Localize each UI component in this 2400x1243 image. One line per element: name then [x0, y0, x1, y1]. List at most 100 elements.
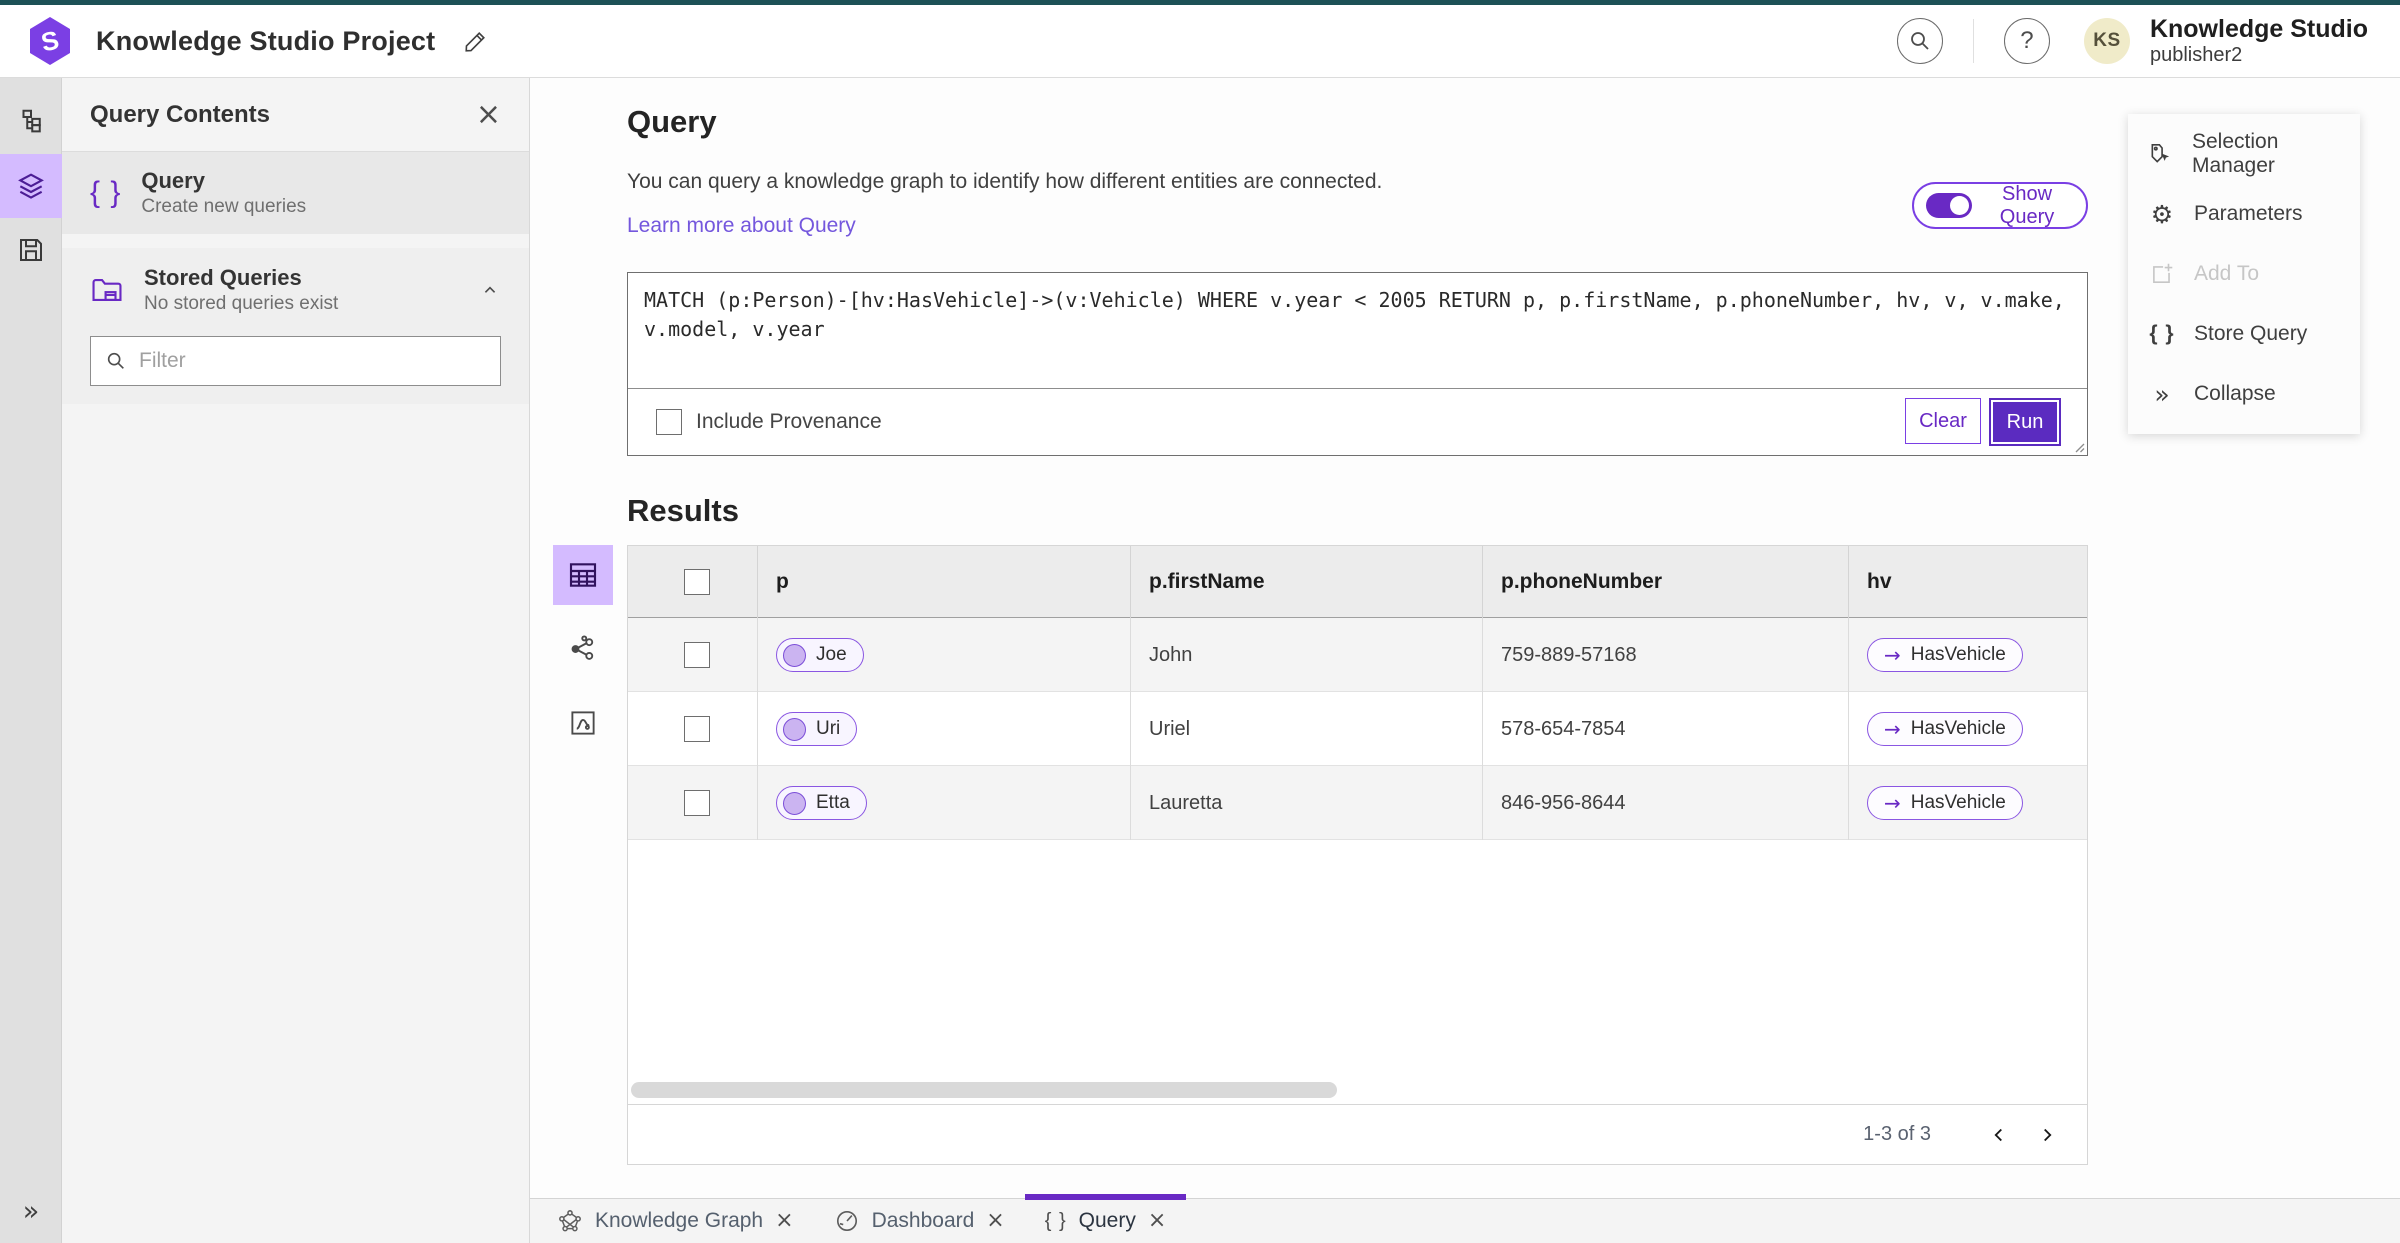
- select-all-checkbox[interactable]: [684, 569, 710, 595]
- clear-button[interactable]: Clear: [1905, 398, 1981, 444]
- panel-item-stored-queries[interactable]: Stored Queries No stored queries exist: [62, 248, 529, 332]
- table-header-row: p p.firstName p.phoneNumber hv: [628, 546, 2087, 618]
- filter-search-icon: [107, 352, 124, 369]
- panel-item-query[interactable]: { } Query Create new queries: [62, 152, 529, 234]
- rail-item-hierarchy[interactable]: [0, 90, 62, 154]
- node-circle-icon: [783, 717, 806, 741]
- left-rail: »: [0, 78, 62, 1243]
- column-header-phonenumber[interactable]: p.phoneNumber: [1483, 546, 1849, 618]
- query-text-input[interactable]: MATCH (p:Person)-[hv:HasVehicle]->(v:Veh…: [628, 273, 2087, 389]
- user-name: Knowledge Studio: [2149, 15, 2368, 44]
- bottom-tab-bar: Knowledge Graph × Dashboard × { } Query …: [530, 1194, 2400, 1243]
- hierarchy-icon: [22, 109, 41, 133]
- person-node-pill[interactable]: Uri: [776, 712, 858, 746]
- action-add-to: Add To: [2128, 244, 2360, 304]
- row-checkbox[interactable]: [684, 716, 710, 742]
- rail-expand-button[interactable]: »: [0, 1189, 62, 1233]
- search-button[interactable]: [1896, 18, 1943, 64]
- braces-icon: { }: [90, 176, 122, 209]
- resize-grip-icon[interactable]: [2071, 439, 2085, 453]
- tab-close-icon[interactable]: ×: [986, 1210, 1004, 1232]
- table-view-button[interactable]: [553, 545, 613, 605]
- app-header: S Knowledge Studio Project ? KS Knowledg…: [0, 5, 2400, 78]
- cell-phonenumber: 578-654-7854: [1483, 692, 1849, 766]
- edge-label: HasVehicle: [1910, 718, 2006, 739]
- person-node-label: Joe: [816, 644, 847, 665]
- edge-label: HasVehicle: [1910, 644, 2006, 665]
- edge-pill[interactable]: → HasVehicle: [1867, 638, 2023, 672]
- user-meta: Knowledge Studio publisher2: [2150, 15, 2374, 67]
- arrow-right-icon: →: [1884, 791, 1901, 815]
- row-checkbox[interactable]: [684, 642, 710, 668]
- query-item-title: Query: [141, 168, 205, 194]
- tab-close-icon[interactable]: ×: [1148, 1210, 1166, 1232]
- query-section-title: Query: [627, 104, 717, 139]
- cell-firstname: John: [1131, 618, 1483, 692]
- horizontal-scrollbar[interactable]: [631, 1082, 2084, 1098]
- graph-view-button[interactable]: [553, 619, 613, 679]
- show-query-toggle[interactable]: Show Query: [1912, 182, 2088, 229]
- graph-view-icon: [571, 635, 594, 660]
- help-button[interactable]: ?: [2003, 18, 2050, 64]
- project-title: Knowledge Studio Project: [96, 25, 436, 56]
- main-content: Query You can query a knowledge graph to…: [530, 78, 2400, 1198]
- column-header-firstname[interactable]: p.firstName: [1131, 546, 1483, 618]
- query-braces-icon: { }: [1044, 1209, 1067, 1232]
- hexagon-logo-icon: S: [30, 17, 70, 65]
- filter-input[interactable]: [139, 349, 486, 373]
- rail-item-save[interactable]: [0, 218, 62, 282]
- query-actions-panel: Selection Manager ⚙ Parameters Add To { …: [2128, 114, 2360, 434]
- layers-icon: [17, 173, 44, 199]
- next-page-button[interactable]: [2023, 1111, 2071, 1159]
- avatar[interactable]: KS: [2083, 18, 2130, 64]
- run-button[interactable]: Run: [1989, 398, 2061, 446]
- query-item-subtitle: Create new queries: [141, 195, 307, 217]
- tab-query[interactable]: { } Query ×: [1024, 1194, 1187, 1243]
- app-logo[interactable]: S: [26, 15, 74, 67]
- table-row: Etta Lauretta 846-956-8644 → HasVehicle: [628, 766, 2087, 840]
- scrollbar-thumb[interactable]: [631, 1082, 1337, 1098]
- previous-page-button[interactable]: [1975, 1111, 2023, 1159]
- stored-queries-subtitle: No stored queries exist: [144, 292, 339, 314]
- tab-close-icon[interactable]: ×: [775, 1210, 793, 1232]
- tab-dashboard[interactable]: Dashboard ×: [814, 1199, 1025, 1243]
- person-node-pill[interactable]: Joe: [776, 638, 864, 672]
- chart-view-button[interactable]: [553, 693, 613, 753]
- help-icon: ?: [2020, 27, 2034, 54]
- rail-item-layers[interactable]: [0, 154, 62, 218]
- edit-title-icon[interactable]: [463, 28, 489, 54]
- table-pagination: 1-3 of 3: [628, 1104, 2087, 1164]
- column-header-p[interactable]: p: [758, 546, 1131, 618]
- results-view-toolbar: [553, 545, 613, 753]
- row-checkbox[interactable]: [684, 790, 710, 816]
- query-editor-footer: Include Provenance Clear Run: [628, 389, 2087, 455]
- panel-close-button[interactable]: ×: [476, 99, 501, 130]
- query-editor: MATCH (p:Person)-[hv:HasVehicle]->(v:Veh…: [627, 272, 2088, 456]
- selection-manager-icon: [2148, 141, 2174, 167]
- edge-pill[interactable]: → HasVehicle: [1867, 786, 2023, 820]
- results-section-title: Results: [627, 493, 739, 528]
- learn-more-link[interactable]: Learn more about Query: [627, 214, 856, 238]
- edge-label: HasVehicle: [1910, 792, 2006, 813]
- arrow-right-icon: →: [1884, 717, 1901, 741]
- search-icon: [1911, 32, 1929, 50]
- header-divider: [1972, 19, 1974, 63]
- chevron-up-icon[interactable]: [479, 279, 501, 301]
- person-node-pill[interactable]: Etta: [776, 786, 867, 820]
- action-parameters[interactable]: ⚙ Parameters: [2128, 184, 2360, 244]
- include-provenance-checkbox[interactable]: [656, 409, 682, 435]
- stored-queries-section: Stored Queries No stored queries exist: [62, 248, 529, 404]
- cell-phonenumber: 846-956-8644: [1483, 766, 1849, 840]
- action-selection-manager[interactable]: Selection Manager: [2128, 124, 2360, 184]
- cell-firstname: Uriel: [1131, 692, 1483, 766]
- action-collapse[interactable]: » Collapse: [2128, 364, 2360, 424]
- action-store-query[interactable]: { } Store Query: [2128, 304, 2360, 364]
- edge-pill[interactable]: → HasVehicle: [1867, 712, 2023, 746]
- show-query-label: Show Query: [1999, 182, 2055, 228]
- add-to-icon: [2148, 261, 2176, 287]
- cell-phonenumber: 759-889-57168: [1483, 618, 1849, 692]
- column-header-hv[interactable]: hv: [1849, 546, 2087, 618]
- tab-knowledge-graph[interactable]: Knowledge Graph ×: [537, 1199, 814, 1243]
- node-circle-icon: [783, 791, 806, 815]
- save-icon: [19, 239, 42, 261]
